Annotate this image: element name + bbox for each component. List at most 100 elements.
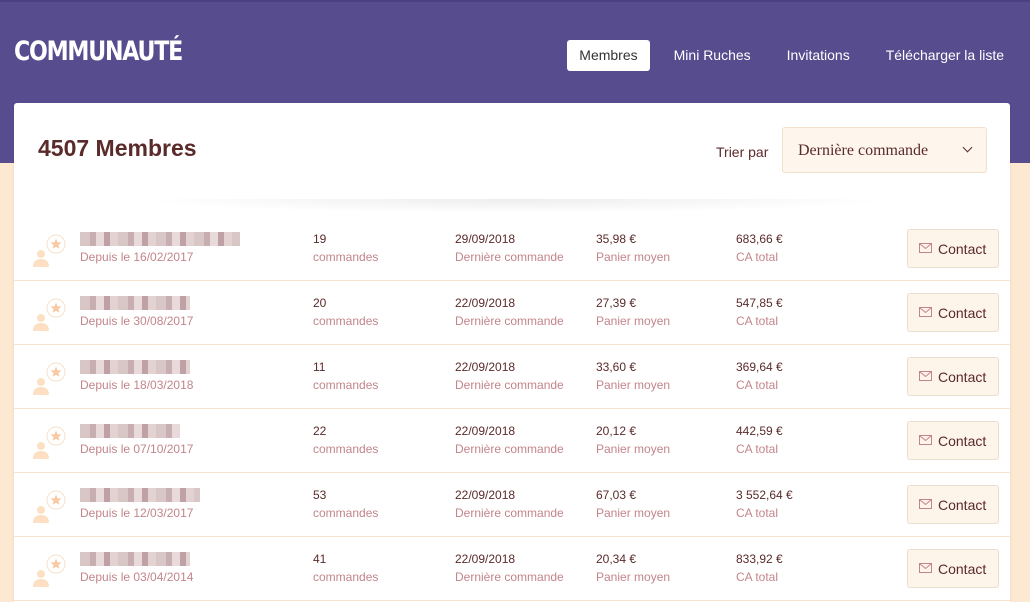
last-order-label: Dernière commande [455, 506, 564, 520]
contact-button[interactable]: Contact [907, 293, 999, 332]
member-name-redacted [80, 552, 190, 566]
orders-label: commandes [313, 506, 379, 520]
last-order-date: 22/09/2018 [455, 360, 516, 374]
sort-label: Trier par [716, 144, 769, 160]
orders-cell: 41 commandes [313, 550, 378, 586]
contact-button[interactable]: Contact [907, 229, 999, 268]
user-star-icon [33, 298, 66, 331]
orders-count: 53 [313, 488, 327, 502]
page-title: 4507 Membres [38, 135, 197, 161]
total-revenue-cell: 369,64 € CA total [736, 358, 783, 394]
contact-label: Contact [938, 433, 987, 449]
contact-label: Contact [938, 561, 987, 577]
total-revenue-label: CA total [736, 506, 779, 520]
contact-label: Contact [938, 305, 987, 321]
orders-count: 19 [313, 232, 327, 246]
last-order-cell: 22/09/2018 Dernière commande [455, 550, 564, 586]
avg-basket-cell: 35,98 € Panier moyen [596, 230, 670, 266]
orders-count: 22 [313, 424, 327, 438]
last-order-label: Dernière commande [455, 442, 564, 456]
total-revenue-cell: 683,66 € CA total [736, 230, 783, 266]
orders-count: 41 [313, 552, 327, 566]
avg-basket-value: 20,12 € [596, 424, 637, 438]
avg-basket-cell: 20,12 € Panier moyen [596, 422, 670, 458]
orders-label: commandes [313, 442, 379, 456]
contact-label: Contact [938, 241, 987, 257]
last-order-label: Dernière commande [455, 250, 564, 264]
member-since: Depuis le 30/08/2017 [80, 314, 194, 328]
total-revenue-label: CA total [736, 250, 779, 264]
envelope-icon [919, 563, 932, 573]
user-star-icon [33, 362, 66, 395]
user-star-icon [33, 490, 66, 523]
members-card: 4507 Membres Trier par Dernière commande… [14, 103, 1010, 602]
total-revenue-cell: 547,85 € CA total [736, 294, 783, 330]
contact-button[interactable]: Contact [907, 485, 999, 524]
contact-button[interactable]: Contact [907, 357, 999, 396]
member-since: Depuis le 12/03/2017 [80, 506, 194, 520]
member-name-redacted [80, 232, 240, 246]
total-revenue-value: 3 552,64 € [736, 488, 793, 502]
avg-basket-value: 35,98 € [596, 232, 637, 246]
nav-tab-telecharger[interactable]: Télécharger la liste [874, 40, 1016, 71]
total-revenue-cell: 3 552,64 € CA total [736, 486, 793, 522]
avg-basket-label: Panier moyen [596, 442, 671, 456]
member-name-redacted [80, 488, 200, 502]
last-order-date: 22/09/2018 [455, 488, 516, 502]
total-revenue-label: CA total [736, 442, 779, 456]
last-order-cell: 22/09/2018 Dernière commande [455, 486, 564, 522]
member-name-cell: Depuis le 03/04/2014 [80, 550, 193, 586]
avg-basket-cell: 67,03 € Panier moyen [596, 486, 670, 522]
user-star-icon [33, 554, 66, 587]
sort-value: Dernière commande [798, 142, 929, 159]
avg-basket-value: 67,03 € [596, 488, 637, 502]
orders-cell: 53 commandes [313, 486, 378, 522]
envelope-icon [919, 435, 932, 445]
member-row: Depuis le 07/10/2017 22 commandes 22/09/… [14, 409, 1010, 473]
last-order-cell: 22/09/2018 Dernière commande [455, 422, 564, 458]
member-since: Depuis le 07/10/2017 [80, 442, 194, 456]
orders-label: commandes [313, 570, 379, 584]
orders-cell: 22 commandes [313, 422, 378, 458]
member-since: Depuis le 03/04/2014 [80, 570, 194, 584]
nav-tab-membres[interactable]: Membres [567, 40, 650, 71]
contact-button[interactable]: Contact [907, 421, 999, 460]
nav-tab-mini-ruches[interactable]: Mini Ruches [662, 40, 763, 71]
app-logo: COMMUNAUTÉ [14, 36, 183, 67]
avg-basket-value: 27,39 € [596, 296, 637, 310]
nav-tab-invitations[interactable]: Invitations [775, 40, 862, 71]
member-row: Depuis le 30/08/2017 20 commandes 22/09/… [14, 281, 1010, 345]
contact-button[interactable]: Contact [907, 549, 999, 588]
last-order-label: Dernière commande [455, 378, 564, 392]
last-order-date: 22/09/2018 [455, 424, 516, 438]
member-name-cell: Depuis le 16/02/2017 [80, 230, 240, 266]
main-nav: Membres Mini Ruches Invitations Téléchar… [555, 40, 1016, 71]
sort-select[interactable]: Dernière commande [782, 127, 987, 173]
orders-label: commandes [313, 378, 379, 392]
avg-basket-value: 20,34 € [596, 552, 637, 566]
total-revenue-value: 683,66 € [736, 232, 783, 246]
envelope-icon [919, 307, 932, 317]
member-name-redacted [80, 296, 190, 310]
last-order-label: Dernière commande [455, 570, 564, 584]
avg-basket-value: 33,60 € [596, 360, 637, 374]
avg-basket-cell: 33,60 € Panier moyen [596, 358, 670, 394]
orders-cell: 19 commandes [313, 230, 378, 266]
member-row: Depuis le 12/03/2017 53 commandes 22/09/… [14, 473, 1010, 537]
orders-count: 11 [313, 360, 326, 374]
last-order-date: 22/09/2018 [455, 296, 516, 310]
total-revenue-value: 442,59 € [736, 424, 783, 438]
total-revenue-cell: 442,59 € CA total [736, 422, 783, 458]
member-name-cell: Depuis le 12/03/2017 [80, 486, 200, 522]
members-list: Depuis le 16/02/2017 19 commandes 29/09/… [14, 217, 1010, 601]
member-row: Depuis le 18/03/2018 11 commandes 22/09/… [14, 345, 1010, 409]
avg-basket-label: Panier moyen [596, 506, 671, 520]
avg-basket-cell: 27,39 € Panier moyen [596, 294, 670, 330]
member-name-redacted [80, 360, 190, 374]
total-revenue-value: 547,85 € [736, 296, 783, 310]
last-order-label: Dernière commande [455, 314, 564, 328]
orders-cell: 11 commandes [313, 358, 378, 394]
avg-basket-cell: 20,34 € Panier moyen [596, 550, 670, 586]
orders-label: commandes [313, 314, 379, 328]
last-order-cell: 29/09/2018 Dernière commande [455, 230, 564, 266]
